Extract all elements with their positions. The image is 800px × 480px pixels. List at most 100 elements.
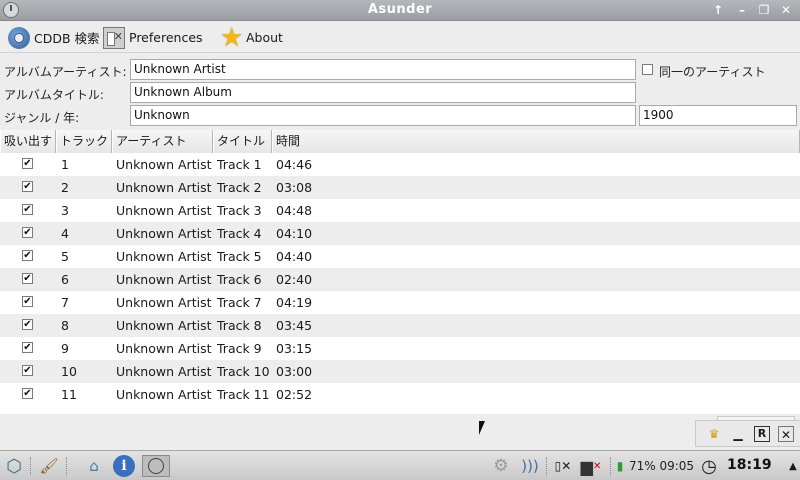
close-icon[interactable]: ✕ bbox=[778, 426, 794, 442]
album-title-input[interactable]: Unknown Album bbox=[130, 82, 636, 103]
rip-checkbox[interactable]: ✔ bbox=[22, 250, 33, 261]
track-artist: Unknown Artist bbox=[116, 341, 212, 356]
track-title: Track 2 bbox=[217, 180, 262, 195]
track-title: Track 11 bbox=[217, 387, 270, 402]
up-arrow-icon[interactable]: ↑ bbox=[708, 2, 728, 18]
restore-button[interactable]: ❐ bbox=[754, 2, 774, 18]
genre-input[interactable]: Unknown bbox=[130, 105, 636, 126]
paint-icon[interactable]: 🖌 bbox=[38, 455, 60, 477]
minimize-button[interactable]: – bbox=[732, 2, 752, 18]
track-artist: Unknown Artist bbox=[116, 295, 212, 310]
album-title-label: アルバムタイトル: bbox=[4, 88, 104, 102]
refresh-icon bbox=[8, 26, 30, 49]
table-row[interactable]: ✔ 6 Unknown Artist Track 6 02:40 bbox=[0, 268, 800, 291]
toolbar: CDDB 検索 Preferences ★ About bbox=[0, 22, 800, 53]
year-input[interactable]: 1900 bbox=[639, 105, 797, 126]
single-artist-label: 同一のアーティスト bbox=[659, 65, 766, 79]
taskbar-clock[interactable]: 18:19 bbox=[727, 457, 772, 473]
genre-year-label: ジャンル / 年: bbox=[4, 111, 80, 125]
taskbar-separator bbox=[546, 457, 548, 475]
column-artist[interactable]: アーティスト bbox=[112, 130, 213, 153]
info-icon[interactable]: i bbox=[113, 455, 135, 477]
asunder-task-button[interactable] bbox=[142, 455, 170, 477]
track-number: 8 bbox=[61, 318, 69, 333]
track-artist: Unknown Artist bbox=[116, 226, 212, 241]
track-title: Track 10 bbox=[217, 364, 270, 379]
column-track[interactable]: トラック bbox=[56, 130, 112, 153]
table-row[interactable]: ✔ 4 Unknown Artist Track 4 04:10 bbox=[0, 222, 800, 245]
track-title: Track 9 bbox=[217, 341, 262, 356]
home-folder-icon[interactable]: ⌂ bbox=[83, 455, 105, 477]
battery-icon[interactable]: ▮ bbox=[615, 455, 625, 477]
track-time: 04:46 bbox=[276, 157, 313, 172]
about-button[interactable]: ★ About bbox=[220, 24, 283, 51]
rip-checkbox[interactable]: ✔ bbox=[22, 204, 33, 215]
track-number: 11 bbox=[61, 387, 77, 402]
track-number: 3 bbox=[61, 203, 69, 218]
track-number: 7 bbox=[61, 295, 69, 310]
rip-checkbox[interactable]: ✔ bbox=[22, 319, 33, 330]
taskbar-separator bbox=[66, 457, 68, 475]
track-title: Track 3 bbox=[217, 203, 262, 218]
star-icon: ★ bbox=[220, 22, 244, 53]
album-artist-label: アルバムアーティスト: bbox=[4, 65, 127, 79]
mouse-cursor-icon bbox=[479, 421, 485, 435]
table-row[interactable]: ✔ 10 Unknown Artist Track 10 03:00 bbox=[0, 360, 800, 383]
asunder-icon bbox=[148, 458, 164, 474]
rip-checkbox[interactable]: ✔ bbox=[22, 158, 33, 169]
column-title[interactable]: タイトル bbox=[213, 130, 272, 153]
network-icon[interactable]: ▆ ✕ bbox=[580, 455, 602, 477]
track-time: 04:10 bbox=[276, 226, 313, 241]
rip-checkbox[interactable]: ✔ bbox=[22, 181, 33, 192]
settings-gear-icon[interactable]: ⚙ bbox=[490, 455, 512, 477]
crown-icon[interactable]: ♛ bbox=[706, 426, 722, 442]
track-artist: Unknown Artist bbox=[116, 272, 212, 287]
start-menu-icon[interactable]: ⬡ bbox=[3, 455, 25, 477]
column-time[interactable]: 時間 bbox=[272, 130, 800, 153]
rip-checkbox[interactable]: ✔ bbox=[22, 342, 33, 353]
table-row[interactable]: ✔ 8 Unknown Artist Track 8 03:45 bbox=[0, 314, 800, 337]
prefs-icon[interactable]: ▯✕ bbox=[552, 455, 574, 477]
track-number: 5 bbox=[61, 249, 69, 264]
track-number: 6 bbox=[61, 272, 69, 287]
rip-checkbox[interactable]: ✔ bbox=[22, 388, 33, 399]
track-artist: Unknown Artist bbox=[116, 387, 212, 402]
about-label: About bbox=[246, 30, 283, 45]
rip-checkbox[interactable]: ✔ bbox=[22, 273, 33, 284]
wifi-icon[interactable]: ))) bbox=[519, 455, 541, 477]
table-row[interactable]: ✔ 9 Unknown Artist Track 9 03:15 bbox=[0, 337, 800, 360]
table-row[interactable]: ✔ 11 Unknown Artist Track 11 02:52 bbox=[0, 383, 800, 406]
preferences-label: Preferences bbox=[129, 30, 203, 45]
close-button[interactable]: ✕ bbox=[776, 2, 796, 18]
single-artist-checkbox[interactable] bbox=[642, 64, 653, 75]
album-artist-input[interactable]: Unknown Artist bbox=[130, 59, 636, 80]
table-row[interactable]: ✔ 2 Unknown Artist Track 2 03:08 bbox=[0, 176, 800, 199]
tray-arrow-icon[interactable]: ▲ bbox=[782, 455, 800, 477]
column-rip[interactable]: 吸い出す bbox=[0, 130, 56, 153]
table-row[interactable]: ✔ 5 Unknown Artist Track 5 04:40 bbox=[0, 245, 800, 268]
minimize-icon[interactable]: ▁ bbox=[730, 426, 746, 442]
table-row[interactable]: ✔ 7 Unknown Artist Track 7 04:19 bbox=[0, 291, 800, 314]
cddb-lookup-button[interactable]: CDDB 検索 bbox=[8, 24, 100, 51]
preferences-button[interactable]: Preferences bbox=[103, 24, 203, 51]
track-time: 03:15 bbox=[276, 341, 313, 356]
clock-icon[interactable]: ◷ bbox=[698, 455, 720, 477]
r-icon[interactable]: R bbox=[754, 426, 770, 442]
track-artist: Unknown Artist bbox=[116, 364, 212, 379]
track-number: 2 bbox=[61, 180, 69, 195]
track-artist: Unknown Artist bbox=[116, 203, 212, 218]
battery-status: 71% 09:05 bbox=[629, 459, 695, 473]
taskbar: ⬡ 🖌 ⌂ i ⚙ ))) ▯✕ ▆ ✕ ▮ 71% 09:05 ◷ 18:19 … bbox=[0, 450, 800, 480]
rip-checkbox[interactable]: ✔ bbox=[22, 227, 33, 238]
track-number: 9 bbox=[61, 341, 69, 356]
table-row[interactable]: ✔ 1 Unknown Artist Track 1 04:46 bbox=[0, 153, 800, 176]
track-artist: Unknown Artist bbox=[116, 318, 212, 333]
table-row[interactable]: ✔ 3 Unknown Artist Track 3 04:48 bbox=[0, 199, 800, 222]
track-time: 03:45 bbox=[276, 318, 313, 333]
track-title: Track 6 bbox=[217, 272, 262, 287]
rip-checkbox[interactable]: ✔ bbox=[22, 365, 33, 376]
track-title: Track 4 bbox=[217, 226, 262, 241]
track-title: Track 8 bbox=[217, 318, 262, 333]
preferences-icon bbox=[103, 26, 125, 49]
rip-checkbox[interactable]: ✔ bbox=[22, 296, 33, 307]
